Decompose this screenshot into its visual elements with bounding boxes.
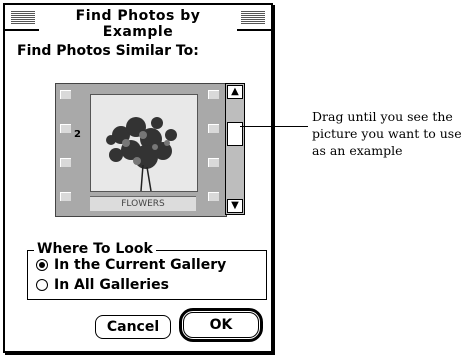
radio-all-galleries[interactable]: In All Galleries (36, 277, 169, 293)
film-holes-left (60, 84, 74, 216)
example-photo (90, 94, 198, 192)
photo-caption: FLOWERS (90, 196, 196, 211)
cancel-button[interactable]: Cancel (95, 315, 171, 339)
callout-line (240, 126, 308, 127)
frame-number: 2 (74, 129, 81, 140)
radio-button-selected-icon[interactable] (36, 259, 48, 271)
film-hole (60, 90, 71, 99)
scroll-down-arrow-icon[interactable]: ▼ (227, 199, 243, 213)
film-hole (60, 124, 71, 133)
find-photos-dialog: Find Photos by Example Find Photos Simil… (3, 3, 273, 353)
dialog-title: Find Photos by Example (39, 8, 237, 40)
find-similar-heading: Find Photos Similar To: (17, 43, 199, 59)
film-holes-right (208, 84, 222, 216)
scroll-up-arrow-icon[interactable]: ▲ (227, 85, 243, 99)
callout-text: Drag until you see the picture you want … (312, 109, 462, 158)
film-hole (60, 158, 71, 167)
film-hole (208, 192, 219, 201)
film-hole (208, 90, 219, 99)
where-to-look-label: Where To Look (34, 241, 156, 257)
title-bar-stripes-left (11, 11, 35, 24)
film-hole (208, 124, 219, 133)
film-hole (60, 192, 71, 201)
radio-label-current-gallery: In the Current Gallery (54, 257, 227, 273)
flowers-image (91, 95, 197, 191)
radio-label-all-galleries: In All Galleries (54, 277, 169, 293)
radio-current-gallery[interactable]: In the Current Gallery (36, 257, 226, 273)
photo-scrollbar[interactable]: ▲ ▼ (225, 83, 245, 215)
where-to-look-group: Where To Look In the Current Gallery In … (27, 241, 267, 300)
radio-button-icon[interactable] (36, 279, 48, 291)
ok-button[interactable]: OK (179, 308, 263, 342)
title-bar[interactable]: Find Photos by Example (5, 5, 271, 40)
film-hole (208, 158, 219, 167)
title-bar-stripes-right (241, 11, 265, 24)
photo-film-strip: 2 FLOWERS (55, 83, 227, 217)
